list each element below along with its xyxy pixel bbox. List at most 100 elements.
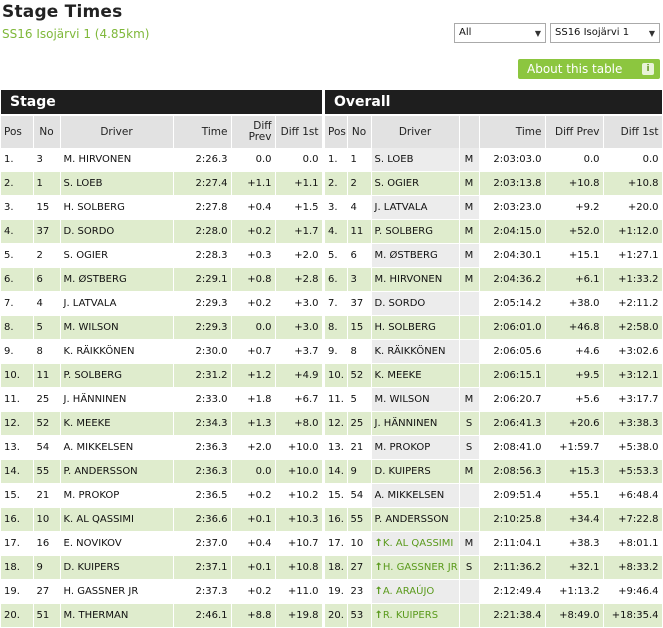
car-number-cell: 5 [33, 315, 61, 340]
column-header-pos[interactable]: Pos [1, 116, 34, 148]
column-header-driver[interactable]: Driver [371, 116, 460, 148]
time-cell: 2:11:36.2 [479, 555, 546, 580]
driver-cell: S. LOEB [371, 148, 460, 172]
time-cell: 2:03:13.8 [479, 171, 546, 196]
time-cell: 2:37.3 [173, 579, 232, 604]
diff-prev-cell: +5.6 [545, 387, 604, 412]
driver-cell: K. RÄIKKÖNEN [371, 339, 460, 364]
diff-prev-cell: +10.8 [545, 171, 604, 196]
column-header-diff-first[interactable]: Diff 1st [275, 116, 323, 148]
driver-cell: P. ANDERSSON [371, 507, 460, 532]
car-number-cell: 15 [347, 315, 372, 340]
pos-cell: 1. [1, 148, 34, 172]
car-number-cell: 27 [347, 555, 372, 580]
driver-name: P. ANDERSSON [374, 514, 449, 525]
table-row: 15. 21 M. PROKOP 2:36.5 +0.2 +10.2 [1, 483, 323, 508]
table-row: 15. 54 A. MIKKELSEN 2:09:51.4 +55.1 +6:48.4 [325, 483, 663, 508]
stage-results-table: Pos No Driver Time Diff Prev Diff 1st 1.… [1, 116, 323, 628]
driver-cell: P. ANDERSSON [60, 459, 174, 484]
diff-first-cell: +10.0 [275, 435, 323, 460]
driver-cell: ↑H. GASSNER JR [371, 555, 460, 580]
car-number-cell: 52 [347, 363, 372, 388]
time-cell: 2:27.8 [173, 195, 232, 220]
driver-name: M. ØSTBERG [374, 250, 438, 261]
diff-prev-cell: +55.1 [545, 483, 604, 508]
column-header-no[interactable]: No [347, 116, 372, 148]
diff-first-cell: +10.8 [603, 171, 663, 196]
driver-name: S. OGIER [374, 178, 420, 189]
car-number-cell: 8 [347, 339, 372, 364]
arrow-up-icon: ↑ [374, 538, 383, 549]
about-table-button[interactable]: About this table i [518, 59, 660, 79]
driver-cell: D. SORDO [60, 219, 174, 244]
diff-prev-cell: +38.3 [545, 531, 604, 556]
table-row: 18. 9 D. KUIPERS 2:37.1 +0.1 +10.8 [1, 555, 323, 580]
pos-cell: 2. [1, 171, 34, 196]
diff-first-cell: +3:12.1 [603, 363, 663, 388]
time-cell: 2:06:05.6 [479, 339, 546, 364]
car-number-cell: 54 [33, 435, 61, 460]
class-cell [459, 315, 480, 340]
pos-cell: 12. [1, 411, 34, 436]
pos-cell: 10. [1, 363, 34, 388]
column-header-driver[interactable]: Driver [60, 116, 174, 148]
car-number-cell: 3 [33, 148, 61, 172]
class-cell [459, 603, 480, 628]
car-number-cell: 5 [347, 387, 372, 412]
driver-cell: J. HÄNNINEN [60, 387, 174, 412]
driver-name: R. KUIPERS [382, 610, 439, 621]
table-row: 5. 2 S. OGIER 2:28.3 +0.3 +2.0 [1, 243, 323, 268]
table-row: 1. 1 S. LOEB M 2:03:03.0 0.0 0.0 [325, 148, 663, 172]
diff-prev-cell: +9.5 [545, 363, 604, 388]
table-row: 6. 6 M. ØSTBERG 2:29.1 +0.8 +2.8 [1, 267, 323, 292]
diff-first-cell: +10.0 [275, 459, 323, 484]
time-cell: 2:21:38.4 [479, 603, 546, 628]
car-number-cell: 37 [347, 291, 372, 316]
driver-cell: S. OGIER [60, 243, 174, 268]
time-cell: 2:06:41.3 [479, 411, 546, 436]
table-row: 12. 25 J. HÄNNINEN S 2:06:41.3 +20.6 +3:38.3 [325, 411, 663, 436]
car-number-cell: 55 [33, 459, 61, 484]
driver-name: M. WILSON [374, 394, 430, 405]
diff-prev-cell: +0.7 [231, 339, 276, 364]
class-cell: M [459, 459, 480, 484]
car-number-cell: 8 [33, 339, 61, 364]
driver-cell: H. GASSNER JR [60, 579, 174, 604]
diff-prev-cell: +2.0 [231, 435, 276, 460]
table-row: 13. 21 M. PROKOP S 2:08:41.0 +1:59.7 +5:38.0 [325, 435, 663, 460]
time-cell: 2:09:51.4 [479, 483, 546, 508]
diff-prev-cell: +4.6 [545, 339, 604, 364]
column-header-diff-first[interactable]: Diff 1st [603, 116, 663, 148]
column-header-diff-prev[interactable]: Diff Prev [545, 116, 604, 148]
column-header-time[interactable]: Time [173, 116, 232, 148]
column-header-pos[interactable]: Pos [325, 116, 348, 148]
table-row: 20. 53 ↑R. KUIPERS 2:21:38.4 +8:49.0 +18:35.4 [325, 603, 663, 628]
diff-first-cell: +11.0 [275, 579, 323, 604]
column-header-no[interactable]: No [33, 116, 61, 148]
filter-select[interactable]: All ▼ [454, 23, 546, 43]
driver-cell: M. WILSON [371, 387, 460, 412]
table-row: 9. 8 K. RÄIKKÖNEN 2:30.0 +0.7 +3.7 [1, 339, 323, 364]
driver-cell: K. MEEKE [60, 411, 174, 436]
stage-select[interactable]: SS16 Isojärvi 1 ▼ [550, 23, 660, 43]
diff-prev-cell: 0.0 [231, 459, 276, 484]
driver-name: A. MIKKELSEN [374, 490, 445, 501]
driver-cell: M. ØSTBERG [371, 243, 460, 268]
diff-prev-cell: +1.1 [231, 171, 276, 196]
table-row: 16. 55 P. ANDERSSON 2:10:25.8 +34.4 +7:22.8 [325, 507, 663, 532]
car-number-cell: 2 [347, 171, 372, 196]
column-header-diff-prev[interactable]: Diff Prev [231, 116, 276, 148]
column-header-time[interactable]: Time [479, 116, 546, 148]
car-number-cell: 10 [347, 531, 372, 556]
time-cell: 2:04:30.1 [479, 243, 546, 268]
stage-section-header: Stage [1, 90, 322, 114]
table-row: 10. 11 P. SOLBERG 2:31.2 +1.2 +4.9 [1, 363, 323, 388]
time-cell: 2:04:36.2 [479, 267, 546, 292]
driver-cell: A. MIKKELSEN [371, 483, 460, 508]
class-cell: M [459, 531, 480, 556]
pos-cell: 2. [325, 171, 348, 196]
overall-results-table: Pos No Driver Time Diff Prev Diff 1st 1.… [325, 116, 663, 628]
car-number-cell: 55 [347, 507, 372, 532]
diff-prev-cell: +8.8 [231, 603, 276, 628]
pos-cell: 19. [325, 579, 348, 604]
